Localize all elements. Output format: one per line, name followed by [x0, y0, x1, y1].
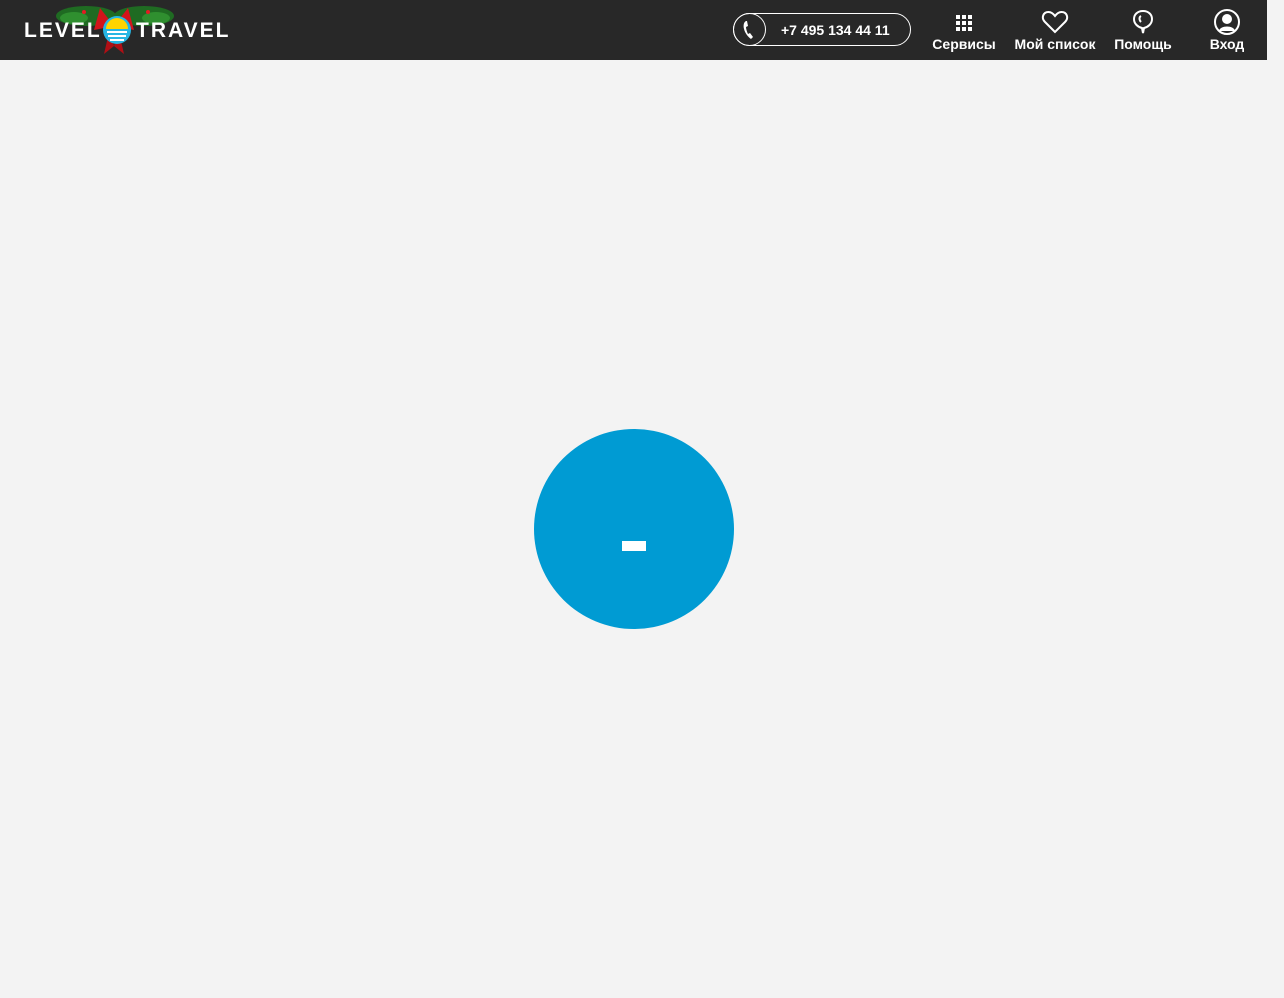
nav-help[interactable]: Помощь: [1112, 8, 1174, 54]
phone-number: +7 495 134 44 11: [781, 22, 890, 38]
nav-help-label: Помощь: [1114, 36, 1172, 52]
phone-contact-button[interactable]: +7 495 134 44 11: [733, 13, 911, 46]
nav-services-label: Сервисы: [932, 36, 996, 52]
nav-services[interactable]: Сервисы: [930, 8, 998, 54]
help-bubble-icon: [1129, 8, 1157, 36]
logo-text-level: LEVEL: [24, 19, 102, 42]
heart-icon: [1041, 8, 1069, 36]
nav-login-label: Вход: [1209, 36, 1245, 52]
phone-icon: [733, 13, 766, 46]
page-scrollbar[interactable]: [1267, 0, 1284, 998]
loading-indicator-icon: [534, 429, 734, 629]
user-icon: [1213, 8, 1241, 36]
site-logo[interactable]: LEVEL TRAVEL: [24, 4, 228, 58]
site-header: LEVEL TRAVEL +7 495 134 44 11 Сервисы Мо…: [0, 0, 1267, 60]
loader-bar: [622, 541, 646, 551]
nav-my-list[interactable]: Мой список: [1012, 8, 1098, 54]
grid-icon: [950, 8, 978, 36]
logo-text-travel: TRAVEL: [136, 19, 231, 42]
nav-my-list-label: Мой список: [1014, 36, 1096, 52]
nav-login[interactable]: Вход: [1200, 8, 1254, 54]
sun-over-sea-logo-icon: [103, 16, 131, 44]
